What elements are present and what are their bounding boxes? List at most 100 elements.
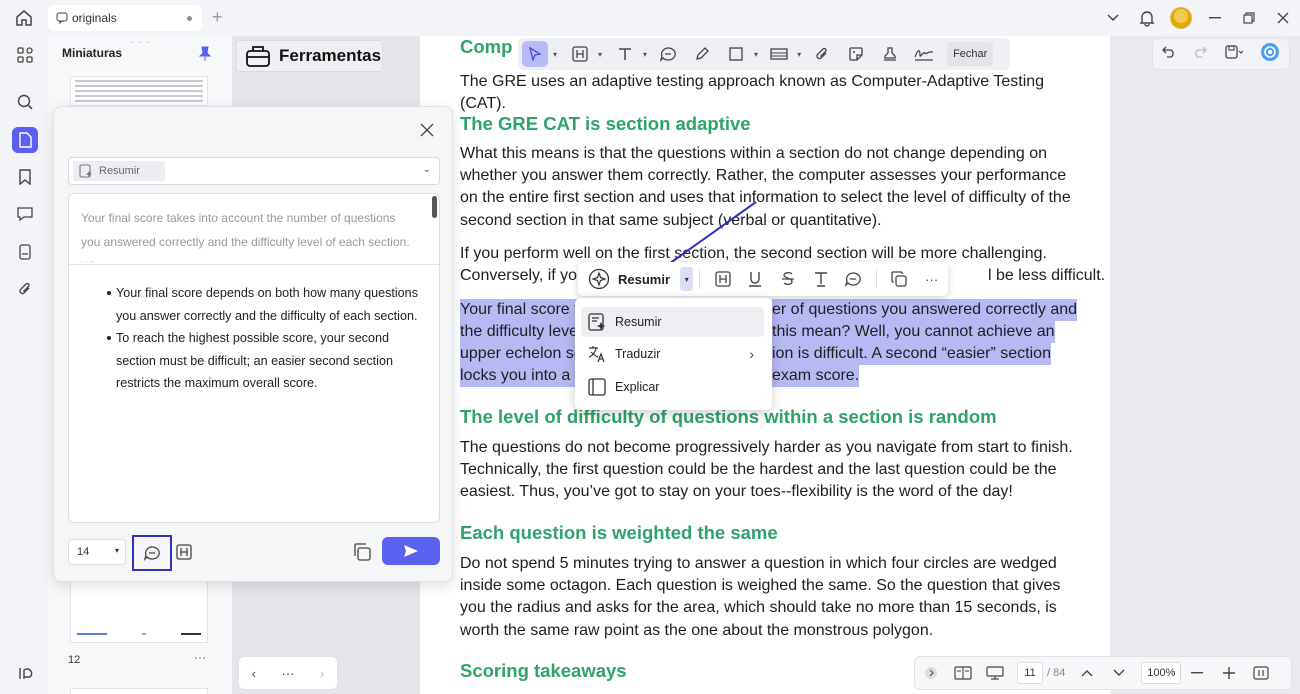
page-layout-icon[interactable]: [947, 666, 979, 680]
highlight-icon: [176, 544, 192, 560]
pin-icon[interactable]: [198, 46, 212, 62]
text-tool-icon[interactable]: [612, 41, 638, 67]
shape-tool-icon[interactable]: [723, 41, 749, 67]
doc-heading: Each question is weighted the same: [460, 522, 778, 543]
strikethrough-icon[interactable]: [772, 271, 805, 287]
scrollbar[interactable]: [432, 196, 437, 218]
drag-handle-icon[interactable]: · · ·: [130, 37, 151, 48]
chevron-down-icon[interactable]: ▾: [598, 50, 602, 59]
presentation-icon[interactable]: [979, 666, 1011, 680]
signature-tool-icon[interactable]: [911, 41, 937, 67]
close-window-icon[interactable]: [1266, 0, 1300, 36]
comments-icon[interactable]: [12, 201, 38, 227]
highlight-button[interactable]: [172, 539, 196, 565]
ai-assistant-icon[interactable]: [1260, 42, 1280, 67]
doc-heading: The GRE CAT is section adaptive: [460, 113, 751, 134]
document-stack-icon[interactable]: [12, 239, 38, 265]
menu-item-explain[interactable]: Explicar: [581, 372, 764, 402]
copy-icon[interactable]: [883, 271, 916, 287]
summary-bullets: Your final score depends on both how man…: [107, 282, 429, 395]
doc-paragraph: l be less difficult.: [988, 267, 1106, 284]
summarize-button[interactable]: Resumir: [578, 268, 670, 290]
stamp-tool-icon[interactable]: [766, 41, 792, 67]
highlight-tool-icon[interactable]: [567, 41, 593, 67]
avatar[interactable]: [1164, 0, 1198, 36]
previous-page-icon[interactable]: [1071, 669, 1103, 677]
more-icon[interactable]: ···: [915, 272, 948, 287]
unsaved-dot-icon: [187, 16, 192, 21]
comment-icon[interactable]: [837, 271, 870, 287]
chevron-down-icon[interactable]: ▾: [797, 50, 801, 59]
page-thumbnail[interactable]: [70, 581, 208, 643]
selected-text[interactable]: exam score.: [772, 365, 860, 388]
chevron-down-icon: ⌄: [422, 164, 431, 175]
summary-result: Your final score takes into account the …: [68, 193, 440, 523]
send-button[interactable]: [382, 537, 440, 565]
save-icon[interactable]: [1225, 44, 1244, 64]
tools-header[interactable]: Ferramentas: [236, 40, 383, 72]
undo-icon[interactable]: [1161, 45, 1176, 63]
selected-text[interactable]: the difficulty leve: [460, 321, 578, 344]
doc-paragraph: Conversely, if you: [460, 267, 586, 284]
pencil-tool-icon[interactable]: [689, 41, 715, 67]
highlight-icon[interactable]: [706, 271, 739, 287]
comment-tool-icon[interactable]: [655, 41, 681, 67]
selected-text[interactable]: ion is difficult. A second “easier” sect…: [772, 343, 1051, 366]
zoom-input[interactable]: 100%: [1141, 662, 1182, 684]
summarize-label: Resumir: [618, 271, 671, 287]
close-toolbar-button[interactable]: Fechar: [947, 42, 994, 66]
notification-bell-icon[interactable]: [1130, 0, 1164, 36]
text-replace-icon[interactable]: [804, 271, 837, 287]
page-thumbnail[interactable]: [70, 76, 208, 106]
copy-icon[interactable]: [351, 541, 373, 563]
next-page-icon[interactable]: [1103, 669, 1135, 677]
chevron-down-icon[interactable]: [1096, 0, 1130, 36]
apps-grid-icon[interactable]: [12, 42, 38, 68]
chevron-down-icon[interactable]: ▾: [754, 50, 758, 59]
pages-icon[interactable]: [12, 127, 38, 153]
next-page-icon[interactable]: ›: [320, 666, 324, 681]
menu-item-translate[interactable]: Traduzir ›: [581, 339, 764, 369]
layers-icon[interactable]: [12, 660, 38, 686]
page-thumbnail[interactable]: [70, 688, 208, 694]
current-page-input[interactable]: 11: [1017, 662, 1043, 684]
fit-page-icon[interactable]: [1245, 666, 1277, 680]
summarize-icon: [79, 164, 92, 178]
selected-text[interactable]: upper echelon sc: [460, 343, 582, 366]
add-tab-button[interactable]: +: [212, 8, 223, 26]
add-comment-button[interactable]: [132, 535, 172, 571]
mode-select[interactable]: Resumir ⌄: [68, 157, 440, 185]
underline-icon[interactable]: [739, 271, 772, 287]
menu-item-summarize[interactable]: Resumir: [581, 307, 764, 337]
attachment-icon[interactable]: [809, 41, 835, 67]
list-item: Your final score depends on both how man…: [107, 282, 429, 327]
search-icon[interactable]: [12, 89, 38, 115]
more-icon[interactable]: ···: [194, 650, 206, 664]
chevron-right-icon: ›: [749, 346, 754, 362]
zoom-in-icon[interactable]: [1213, 667, 1245, 679]
document-tab[interactable]: originals: [48, 5, 202, 31]
explain-icon: [588, 378, 606, 396]
select-tool-icon[interactable]: [522, 41, 548, 67]
ai-menu-toggle[interactable]: ▾: [680, 267, 694, 291]
selected-text[interactable]: Your final score t: [460, 299, 579, 322]
minimize-icon[interactable]: [1198, 0, 1232, 36]
chevron-down-icon[interactable]: ▾: [553, 50, 557, 59]
selected-text[interactable]: this mean? Well, you cannot achieve an: [772, 321, 1055, 344]
restore-icon[interactable]: [1232, 0, 1266, 36]
font-size-select[interactable]: 14 ▾: [68, 539, 126, 565]
selected-text[interactable]: er of questions you answered correctly a…: [772, 299, 1078, 322]
redo-icon[interactable]: [1193, 45, 1208, 63]
previous-page-icon[interactable]: ‹: [252, 666, 256, 681]
close-icon[interactable]: [420, 123, 434, 137]
chevron-down-icon[interactable]: ▾: [643, 50, 647, 59]
stamp-icon[interactable]: [877, 41, 903, 67]
more-icon[interactable]: ···: [282, 666, 295, 681]
bookmark-icon[interactable]: [12, 164, 38, 190]
home-icon[interactable]: [14, 8, 34, 28]
sticker-tool-icon[interactable]: [843, 41, 869, 67]
selected-text[interactable]: locks you into a l: [460, 365, 579, 388]
collapse-icon[interactable]: [915, 666, 947, 680]
zoom-out-icon[interactable]: [1181, 672, 1213, 674]
attachment-icon[interactable]: [12, 276, 38, 302]
